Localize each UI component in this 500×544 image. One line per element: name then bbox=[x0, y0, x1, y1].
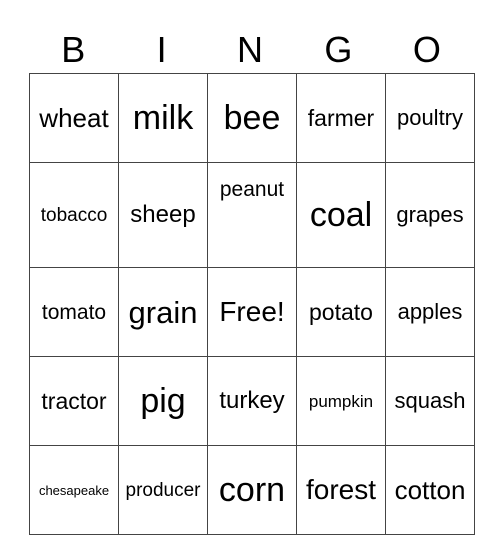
card-cell: potato bbox=[296, 267, 386, 357]
card-cell: apples bbox=[385, 267, 475, 357]
header-letter-n: N bbox=[237, 29, 264, 70]
header-letter-i: I bbox=[156, 29, 167, 70]
card-cell: coal bbox=[296, 162, 386, 268]
card-cell: pig bbox=[118, 356, 208, 446]
card-row: tomato grain Free! potato apples bbox=[29, 267, 475, 357]
card-cell: farmer bbox=[296, 73, 386, 163]
card-cell: sheep bbox=[118, 162, 208, 268]
card-cell: tractor bbox=[29, 356, 119, 446]
bingo-header: B I N G O bbox=[29, 28, 471, 72]
card-cell: cotton bbox=[385, 445, 475, 535]
card-cell: wheat bbox=[29, 73, 119, 163]
card-row: tractor pig turkey pumpkin squash bbox=[29, 356, 475, 446]
card-cell: turkey bbox=[207, 356, 297, 446]
header-letter-b: B bbox=[61, 29, 86, 70]
card-cell: pumpkin bbox=[296, 356, 386, 446]
card-cell: poultry bbox=[385, 73, 475, 163]
card-cell: corn bbox=[207, 445, 297, 535]
card-cell: forest bbox=[296, 445, 386, 535]
card-cell: producer bbox=[118, 445, 208, 535]
card-cell: chesapeake bbox=[29, 445, 119, 535]
card-cell: grapes bbox=[385, 162, 475, 268]
card-cell: peanut bbox=[207, 162, 297, 268]
card-cell: Free! bbox=[207, 267, 297, 357]
card-cell: bee bbox=[207, 73, 297, 163]
header-letter-o: O bbox=[412, 29, 441, 70]
card-row: tobacco sheep peanut coal grapes bbox=[29, 162, 475, 268]
card-row: wheat milk bee farmer poultry bbox=[29, 73, 475, 163]
card-cell: tomato bbox=[29, 267, 119, 357]
header-letter-g: G bbox=[324, 29, 353, 70]
card-cell: squash bbox=[385, 356, 475, 446]
card-cell: milk bbox=[118, 73, 208, 163]
card-cell: grain bbox=[118, 267, 208, 357]
card-cell: tobacco bbox=[29, 162, 119, 268]
card-row: chesapeake producer corn forest cotton bbox=[29, 445, 475, 535]
bingo-card-grid: wheat milk bee farmer poultry tobacco sh… bbox=[29, 73, 475, 535]
